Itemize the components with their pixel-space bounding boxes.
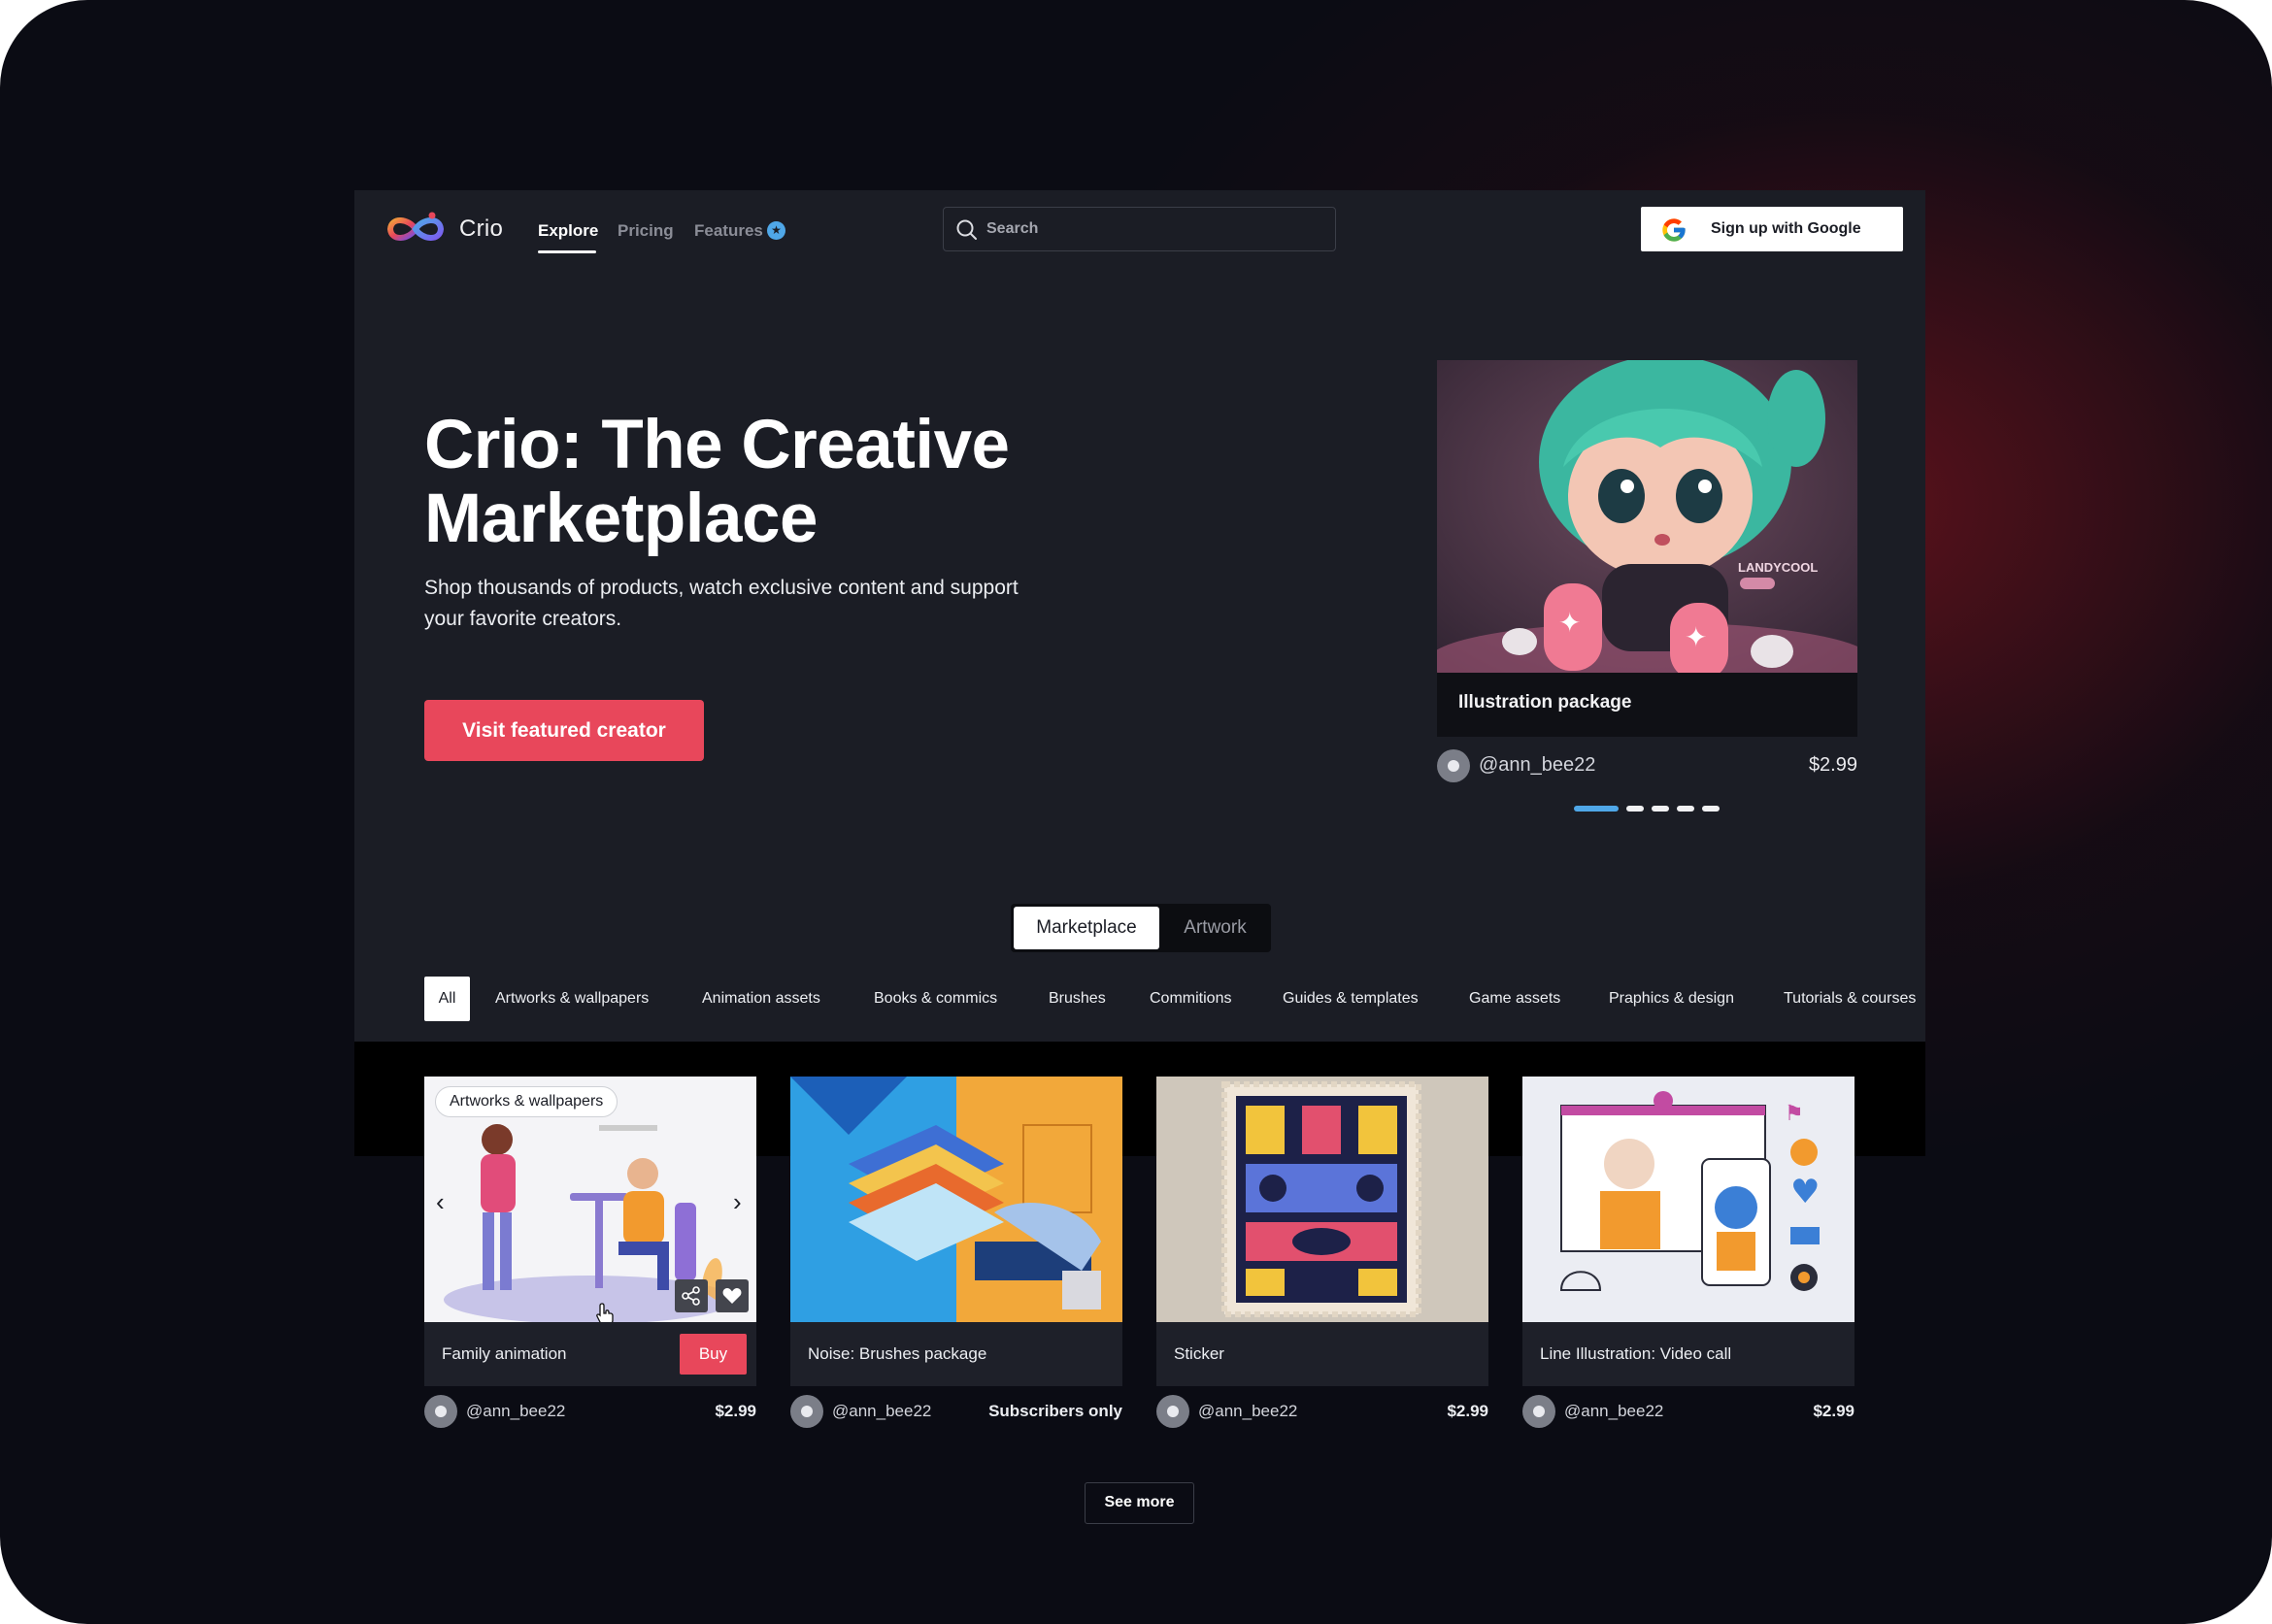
nav-pricing[interactable]: Pricing xyxy=(618,221,674,241)
featured-price: $2.99 xyxy=(1808,754,1857,776)
see-more-button[interactable]: See more xyxy=(1085,1482,1194,1524)
marketplace-artwork-toggle: Marketplace Artwork xyxy=(1011,904,1271,952)
hand-cursor-icon xyxy=(596,1303,614,1322)
featured-user[interactable]: @ann_bee22 xyxy=(1479,754,1595,777)
product-title: Line Illustration: Video call xyxy=(1540,1344,1732,1363)
chevron-right-icon[interactable]: › xyxy=(733,1187,742,1217)
product-title: Noise: Brushes package xyxy=(808,1344,987,1363)
star-icon: ★ xyxy=(767,221,785,240)
product-price: Subscribers only xyxy=(988,1402,1122,1420)
heart-icon[interactable] xyxy=(716,1279,749,1312)
hero-subtitle: Shop thousands of products, watch exclus… xyxy=(424,577,1019,630)
category-tutorials-courses[interactable]: Tutorials & courses xyxy=(1784,977,1925,1021)
nav-features[interactable]: Features xyxy=(694,221,763,241)
carousel-dot-1[interactable] xyxy=(1574,806,1619,812)
category-guides-templates[interactable]: Guides & templates xyxy=(1283,977,1419,1021)
tab-marketplace[interactable]: Marketplace xyxy=(1014,907,1159,949)
product-user[interactable]: @ann_bee22 xyxy=(466,1402,565,1421)
product-user[interactable]: @ann_bee22 xyxy=(832,1402,931,1421)
svg-text:✦: ✦ xyxy=(1558,607,1581,639)
tab-artwork[interactable]: Artwork xyxy=(1162,907,1268,949)
avatar[interactable] xyxy=(1156,1395,1189,1428)
product-title: Sticker xyxy=(1174,1344,1224,1363)
category-all[interactable]: All xyxy=(424,977,470,1021)
category-artworks-wallpapers[interactable]: Artworks & wallpapers xyxy=(495,977,649,1021)
google-signup-button[interactable]: Sign up with Google xyxy=(1641,207,1903,251)
product-image[interactable] xyxy=(1156,1077,1488,1322)
brand-name[interactable]: Crio xyxy=(459,215,503,243)
product-image[interactable]: ⚑ ♥ xyxy=(1522,1077,1854,1322)
product-caption: Family animation Buy xyxy=(424,1322,756,1386)
nav-active-underline xyxy=(538,250,596,253)
product-caption: Sticker xyxy=(1156,1322,1488,1386)
avatar[interactable] xyxy=(790,1395,823,1428)
product-caption: Line Illustration: Video call xyxy=(1522,1322,1854,1386)
chevron-left-icon[interactable]: ‹ xyxy=(436,1187,445,1217)
hero-title: Crio: The Creative Marketplace xyxy=(424,407,1010,557)
top-nav: Crio Explore Pricing Features ★ Search S… xyxy=(354,190,1925,268)
product-price: $2.99 xyxy=(1813,1402,1854,1420)
product-image[interactable]: Artworks & wallpapers ‹ › xyxy=(424,1077,756,1322)
buy-button[interactable]: Buy xyxy=(680,1334,747,1375)
search-icon xyxy=(956,219,977,240)
category-praphics-design[interactable]: Praphics & design xyxy=(1609,977,1734,1021)
featured-image[interactable]: ✦ ✦ LANDYCOOL xyxy=(1437,360,1857,673)
product-price: $2.99 xyxy=(715,1402,756,1420)
product-title: Family animation xyxy=(442,1344,567,1363)
device-frame: Crio Explore Pricing Features ★ Search S… xyxy=(0,0,2272,1624)
avatar[interactable] xyxy=(424,1395,457,1428)
featured-watermark: LANDYCOOL xyxy=(1738,560,1818,575)
share-icon[interactable] xyxy=(675,1279,708,1312)
category-game-assets[interactable]: Game assets xyxy=(1469,977,1560,1021)
google-icon xyxy=(1662,218,1686,242)
svg-text:♥: ♥ xyxy=(1790,1173,1820,1211)
product-price: $2.99 xyxy=(1447,1402,1488,1420)
category-commitions[interactable]: Commitions xyxy=(1150,977,1231,1021)
carousel-dot-2[interactable] xyxy=(1626,806,1644,812)
google-signup-label: Sign up with Google xyxy=(1711,220,1861,237)
product-image[interactable] xyxy=(790,1077,1122,1322)
product-user[interactable]: @ann_bee22 xyxy=(1564,1402,1663,1421)
crio-logo-icon[interactable] xyxy=(385,211,446,248)
product-caption: Noise: Brushes package xyxy=(790,1322,1122,1386)
nav-explore[interactable]: Explore xyxy=(538,221,598,241)
search-input[interactable] xyxy=(986,208,1326,249)
app-window: Crio Explore Pricing Features ★ Search S… xyxy=(354,190,1925,1156)
svg-text:✦: ✦ xyxy=(1685,621,1707,653)
visit-featured-creator-button[interactable]: Visit featured creator xyxy=(424,700,704,761)
search-box[interactable] xyxy=(943,207,1336,251)
avatar[interactable] xyxy=(1522,1395,1555,1428)
carousel-dot-4[interactable] xyxy=(1677,806,1694,812)
category-tag[interactable]: Artworks & wallpapers xyxy=(435,1086,618,1117)
carousel-dot-5[interactable] xyxy=(1702,806,1720,812)
featured-caption: Illustration package xyxy=(1437,673,1857,737)
carousel-dot-3[interactable] xyxy=(1652,806,1669,812)
featured-title: Illustration package xyxy=(1458,692,1632,713)
category-brushes[interactable]: Brushes xyxy=(1049,977,1106,1021)
product-user[interactable]: @ann_bee22 xyxy=(1198,1402,1297,1421)
category-books-commics[interactable]: Books & commics xyxy=(874,977,997,1021)
avatar[interactable] xyxy=(1437,749,1470,782)
category-animation-assets[interactable]: Animation assets xyxy=(702,977,820,1021)
svg-text:⚑: ⚑ xyxy=(1785,1102,1804,1126)
